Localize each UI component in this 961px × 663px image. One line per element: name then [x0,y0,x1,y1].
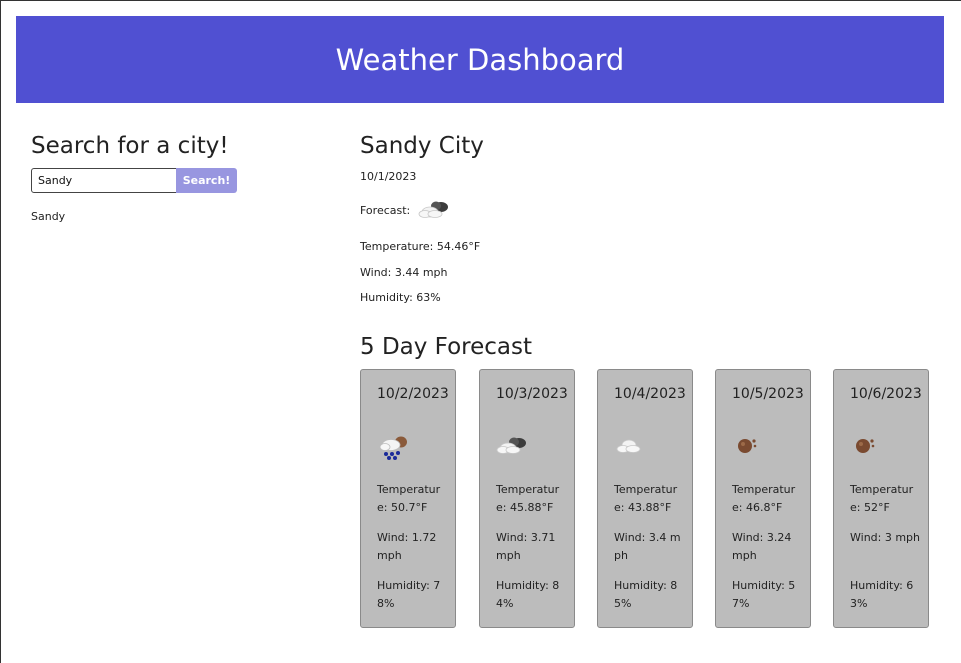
forecast-temperature: Temperature: 43.88°F [614,483,678,514]
dust-icon [856,439,875,453]
current-forecast-label: Forecast: [360,204,411,217]
forecast-humidity: Humidity: 78% [377,579,441,610]
forecast-date: 10/5/2023 [732,386,804,402]
forecast-date: 10/6/2023 [850,386,922,402]
forecast-wind: Wind: 3.71 mph [496,531,556,562]
current-humidity: Humidity: 63% [360,291,441,304]
current-city-name: Sandy City [360,133,484,159]
forecast-card: 10/4/2023 Temperature: 43.88°F Wind: 3.4… [597,369,693,628]
forecast-temperature: Temperature: 50.7°F [377,483,441,514]
forecast-humidity: Humidity: 57% [732,579,796,610]
page-title: Weather Dashboard [335,42,625,77]
forecast-card: 10/6/2023 Temperature: 52°F Wind: 3 mph … [833,369,929,628]
search-input[interactable] [31,168,177,193]
cloudy-icon [496,437,526,454]
forecast-card: 10/5/2023 Temperature: 46.8°F Wind: 3.24… [715,369,811,628]
forecast-humidity: Humidity: 63% [850,579,914,610]
five-day-title: 5 Day Forecast [360,334,532,360]
forecast-date: 10/4/2023 [614,386,686,402]
current-wind: Wind: 3.44 mph [360,266,448,279]
forecast-temperature: Temperature: 45.88°F [496,483,560,514]
search-title: Search for a city! [31,133,229,159]
forecast-temperature: Temperature: 46.8°F [732,483,796,514]
forecast-card: 10/2/2023 Temperature: 50.7°F Wind: 1.72… [360,369,456,628]
forecast-date: 10/3/2023 [496,386,568,402]
current-date: 10/1/2023 [360,170,417,183]
forecast-temperature: Temperature: 52°F [850,483,914,514]
forecast-wind: Wind: 1.72 mph [377,531,437,562]
history-item-sandy[interactable]: Sandy [31,210,65,223]
snow-icon [379,436,407,460]
page-header: Weather Dashboard [16,16,944,103]
forecast-card: 10/3/2023 Temperature: 45.88°F Wind: 3.7… [479,369,575,628]
search-button[interactable]: Search! [176,168,237,193]
forecast-humidity: Humidity: 85% [614,579,678,610]
forecast-wind: Wind: 3.4 mph [614,531,681,562]
cloud-icon [616,439,641,453]
current-temperature: Temperature: 54.46°F [360,240,481,253]
forecast-humidity: Humidity: 84% [496,579,560,610]
dust-icon [738,439,757,453]
cloudy-icon [418,201,448,218]
forecast-date: 10/2/2023 [377,386,449,402]
forecast-wind: Wind: 3 mph [850,531,921,544]
forecast-wind: Wind: 3.24 mph [732,531,792,562]
